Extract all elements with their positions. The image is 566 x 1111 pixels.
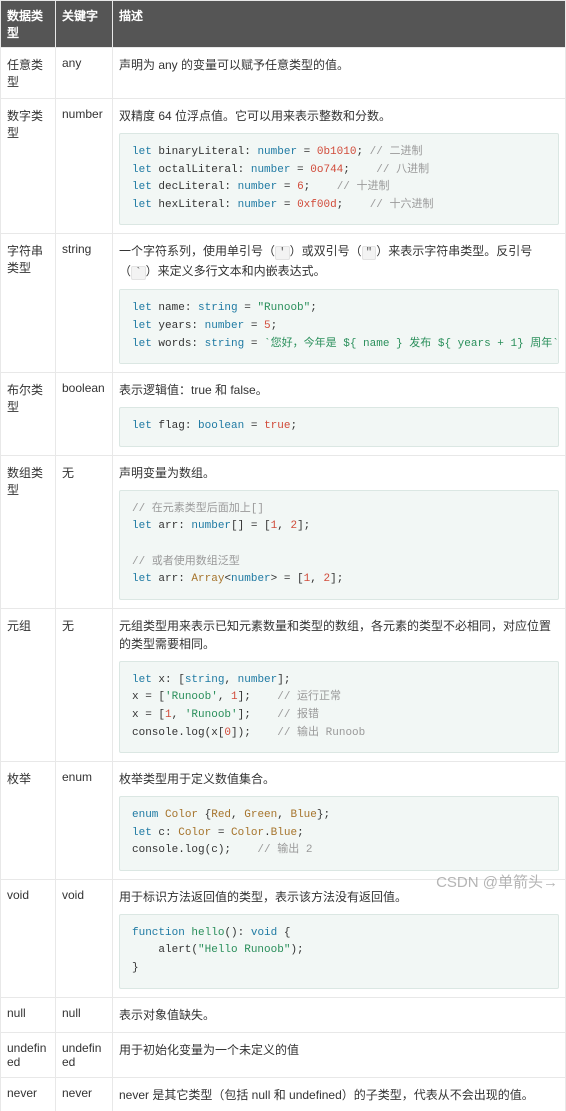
cell-type: undefined bbox=[1, 1032, 56, 1077]
row-tuple: 元组 无 元组类型用来表示已知元素数量和类型的数组，各元素的类型不必相同，对应位… bbox=[1, 608, 566, 761]
desc-text: 用于初始化变量为一个未定义的值 bbox=[119, 1041, 559, 1059]
cell-type: 枚举 bbox=[1, 762, 56, 880]
desc-text: 双精度 64 位浮点值。它可以用来表示整数和分数。 bbox=[119, 107, 559, 125]
cell-type: 字符串类型 bbox=[1, 234, 56, 373]
cell-keyword: void bbox=[56, 879, 113, 997]
cell-type: null bbox=[1, 997, 56, 1032]
desc-text: 表示逻辑值：true 和 false。 bbox=[119, 381, 559, 399]
cell-desc: 双精度 64 位浮点值。它可以用来表示整数和分数。 let binaryLite… bbox=[113, 99, 566, 234]
cell-desc: 枚举类型用于定义数值集合。 enum Color {Red, Green, Bl… bbox=[113, 762, 566, 880]
header-keyword: 关键字 bbox=[56, 1, 113, 48]
code-block: let x: [string, number]; x = ['Runoob', … bbox=[119, 661, 559, 753]
row-never: never never never 是其它类型（包括 null 和 undefi… bbox=[1, 1077, 566, 1111]
quote-backtick: ` bbox=[131, 266, 146, 280]
cell-type: never bbox=[1, 1077, 56, 1111]
code-block: let binaryLiteral: number = 0b1010; // 二… bbox=[119, 133, 559, 225]
desc-text: 声明为 any 的变量可以赋予任意类型的值。 bbox=[119, 56, 559, 74]
cell-desc: 表示逻辑值：true 和 false。 let flag: boolean = … bbox=[113, 373, 566, 456]
header-type: 数据类型 bbox=[1, 1, 56, 48]
desc-text: 元组类型用来表示已知元素数量和类型的数组，各元素的类型不必相同，对应位置的类型需… bbox=[119, 617, 559, 653]
quote-double: " bbox=[362, 246, 377, 260]
row-string: 字符串类型 string 一个字符系列，使用单引号（'）或双引号（"）来表示字符… bbox=[1, 234, 566, 373]
cell-type: 数字类型 bbox=[1, 99, 56, 234]
row-number: 数字类型 number 双精度 64 位浮点值。它可以用来表示整数和分数。 le… bbox=[1, 99, 566, 234]
cell-desc: 元组类型用来表示已知元素数量和类型的数组，各元素的类型不必相同，对应位置的类型需… bbox=[113, 608, 566, 761]
desc-text: 声明变量为数组。 bbox=[119, 464, 559, 482]
cell-keyword: undefined bbox=[56, 1032, 113, 1077]
cell-type: 布尔类型 bbox=[1, 373, 56, 456]
cell-keyword: number bbox=[56, 99, 113, 234]
cell-keyword: boolean bbox=[56, 373, 113, 456]
desc-text: 用于标识方法返回值的类型，表示该方法没有返回值。 bbox=[119, 888, 559, 906]
row-null: null null 表示对象值缺失。 bbox=[1, 997, 566, 1032]
cell-desc: 声明变量为数组。 // 在元素类型后面加上[] let arr: number[… bbox=[113, 455, 566, 608]
code-block: enum Color {Red, Green, Blue}; let c: Co… bbox=[119, 796, 559, 871]
code-block: function hello(): void { alert("Hello Ru… bbox=[119, 914, 559, 989]
cell-keyword: never bbox=[56, 1077, 113, 1111]
desc-text: 一个字符系列，使用单引号（'）或双引号（"）来表示字符串类型。反引号（`）来定义… bbox=[119, 242, 559, 281]
desc-text: 表示对象值缺失。 bbox=[119, 1006, 559, 1024]
code-block: let flag: boolean = true; bbox=[119, 407, 559, 447]
cell-keyword: enum bbox=[56, 762, 113, 880]
cell-keyword: 无 bbox=[56, 608, 113, 761]
cell-desc: never 是其它类型（包括 null 和 undefined）的子类型，代表从… bbox=[113, 1077, 566, 1111]
cell-keyword: null bbox=[56, 997, 113, 1032]
quote-single: ' bbox=[275, 246, 290, 260]
desc-text: never 是其它类型（包括 null 和 undefined）的子类型，代表从… bbox=[119, 1086, 559, 1104]
cell-type: 数组类型 bbox=[1, 455, 56, 608]
row-boolean: 布尔类型 boolean 表示逻辑值：true 和 false。 let fla… bbox=[1, 373, 566, 456]
types-table: 数据类型 关键字 描述 任意类型 any 声明为 any 的变量可以赋予任意类型… bbox=[0, 0, 566, 1111]
row-void: void void 用于标识方法返回值的类型，表示该方法没有返回值。 funct… bbox=[1, 879, 566, 997]
cell-desc: 表示对象值缺失。 bbox=[113, 997, 566, 1032]
table-header-row: 数据类型 关键字 描述 bbox=[1, 1, 566, 48]
cell-desc: 声明为 any 的变量可以赋予任意类型的值。 bbox=[113, 48, 566, 99]
row-enum: 枚举 enum 枚举类型用于定义数值集合。 enum Color {Red, G… bbox=[1, 762, 566, 880]
code-block: let name: string = "Runoob"; let years: … bbox=[119, 289, 559, 364]
code-block: // 在元素类型后面加上[] let arr: number[] = [1, 2… bbox=[119, 490, 559, 600]
cell-type: 任意类型 bbox=[1, 48, 56, 99]
desc-text: 枚举类型用于定义数值集合。 bbox=[119, 770, 559, 788]
cell-keyword: 无 bbox=[56, 455, 113, 608]
cell-desc: 用于标识方法返回值的类型，表示该方法没有返回值。 function hello(… bbox=[113, 879, 566, 997]
cell-type: void bbox=[1, 879, 56, 997]
cell-keyword: string bbox=[56, 234, 113, 373]
row-any: 任意类型 any 声明为 any 的变量可以赋予任意类型的值。 bbox=[1, 48, 566, 99]
cell-desc: 一个字符系列，使用单引号（'）或双引号（"）来表示字符串类型。反引号（`）来定义… bbox=[113, 234, 566, 373]
header-desc: 描述 bbox=[113, 1, 566, 48]
cell-desc: 用于初始化变量为一个未定义的值 bbox=[113, 1032, 566, 1077]
cell-keyword: any bbox=[56, 48, 113, 99]
row-array: 数组类型 无 声明变量为数组。 // 在元素类型后面加上[] let arr: … bbox=[1, 455, 566, 608]
row-undefined: undefined undefined 用于初始化变量为一个未定义的值 bbox=[1, 1032, 566, 1077]
cell-type: 元组 bbox=[1, 608, 56, 761]
